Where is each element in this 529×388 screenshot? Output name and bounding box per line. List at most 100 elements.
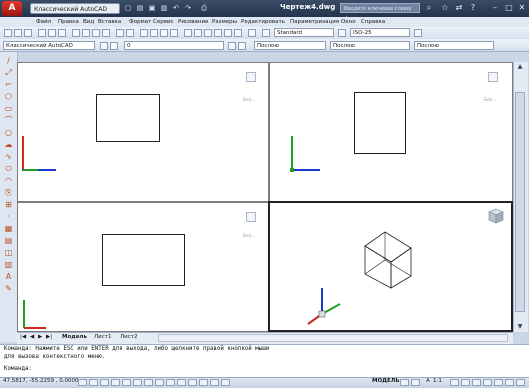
viewcube-icon[interactable] (246, 212, 256, 222)
workspace-select[interactable]: Классический AutoCAD (3, 41, 95, 50)
workspace-switching-icon[interactable] (472, 379, 481, 386)
properties-icon[interactable] (184, 29, 192, 37)
region-icon[interactable]: ◫ (3, 248, 14, 258)
help-icon[interactable] (248, 29, 256, 37)
minimize-icon[interactable]: – (490, 3, 500, 13)
zoom-realtime-icon[interactable] (150, 29, 158, 37)
layer-previous-icon[interactable] (238, 42, 246, 50)
star-icon[interactable]: ☆ (440, 3, 450, 13)
binoculars-icon[interactable]: ⌕ (424, 3, 434, 13)
annotation-visibility-icon[interactable] (450, 379, 459, 386)
ellipse-icon[interactable]: ⬭ (3, 164, 14, 174)
undo-icon[interactable] (116, 29, 124, 37)
pan-icon[interactable] (140, 29, 148, 37)
plot-icon[interactable]: ⎙ (200, 4, 208, 12)
new-icon[interactable] (4, 29, 12, 37)
isolate-objects-icon[interactable] (505, 379, 514, 386)
scroll-down-icon[interactable]: ▼ (513, 322, 527, 332)
infer-constraints-icon[interactable] (78, 379, 87, 386)
calculator-icon[interactable] (234, 29, 242, 37)
arc-icon[interactable]: ⌒ (3, 116, 14, 126)
annotation-scale[interactable]: 1:1 (433, 378, 442, 384)
circle-icon[interactable]: ○ (3, 128, 14, 138)
otrack-icon[interactable] (155, 379, 164, 386)
search-input[interactable]: Введите ключевое слово/фразу (340, 3, 420, 22)
gradient-icon[interactable]: ▤ (3, 236, 14, 246)
clean-screen-icon[interactable] (516, 379, 525, 386)
menu-window[interactable]: Окно (341, 19, 356, 25)
quick-properties-icon[interactable] (210, 379, 219, 386)
cut-icon[interactable] (72, 29, 80, 37)
design-center-icon[interactable] (194, 29, 202, 37)
tab-sheet1[interactable]: Лист1 (94, 333, 111, 342)
menu-file[interactable]: Файл (36, 19, 51, 25)
scrollbar-thumb[interactable] (515, 92, 525, 312)
paste-icon[interactable] (92, 29, 100, 37)
quick-view-layouts-icon[interactable] (400, 379, 409, 386)
revision-cloud-icon[interactable]: ☁ (3, 140, 14, 150)
table-icon[interactable]: ▥ (3, 260, 14, 270)
transparency-icon[interactable] (199, 379, 208, 386)
layer-select[interactable]: 0 (124, 41, 224, 50)
redo-icon[interactable]: ↷ (184, 4, 192, 12)
dyn-icon[interactable] (177, 379, 186, 386)
help-icon[interactable]: ? (468, 3, 478, 13)
make-block-icon[interactable]: ⊞ (3, 200, 14, 210)
save-icon[interactable] (24, 29, 32, 37)
viewcube-icon[interactable] (488, 72, 498, 82)
copy-icon[interactable] (82, 29, 90, 37)
publish-icon[interactable] (58, 29, 66, 37)
dim-style-icon[interactable] (338, 29, 346, 37)
text-style-icon[interactable] (262, 29, 270, 37)
menu-format[interactable]: Формат (129, 19, 151, 25)
layer-properties-icon[interactable] (110, 42, 118, 50)
menu-tools[interactable]: Сервис (153, 19, 174, 25)
table-style-icon[interactable] (414, 29, 422, 37)
make-current-icon[interactable] (228, 42, 236, 50)
menu-help[interactable]: Справка (361, 19, 385, 25)
tool-palettes-icon[interactable] (204, 29, 212, 37)
menu-insert[interactable]: Вставка (98, 19, 121, 25)
undo-icon[interactable]: ↶ (172, 4, 180, 12)
ortho-icon[interactable] (111, 379, 120, 386)
color-select[interactable]: Послою (254, 41, 326, 50)
viewcube-3d-icon[interactable] (488, 208, 504, 224)
saveas-icon[interactable]: ▥ (160, 4, 168, 12)
tab-model[interactable]: Модель (62, 333, 87, 342)
polar-icon[interactable] (122, 379, 131, 386)
osnap-icon[interactable] (133, 379, 142, 386)
polygon-icon[interactable]: ⬡ (3, 92, 14, 102)
plot-icon[interactable] (38, 29, 46, 37)
scroll-up-icon[interactable]: ▲ (513, 62, 527, 72)
restore-icon[interactable]: □ (504, 3, 514, 13)
grid-icon[interactable] (100, 379, 109, 386)
menu-parametric[interactable]: Параметризация (290, 19, 339, 25)
menu-dimensions[interactable]: Размеры (212, 19, 237, 25)
auto-scale-icon[interactable] (461, 379, 470, 386)
hatch-icon[interactable]: ▦ (3, 224, 14, 234)
tab-next-icon[interactable]: ▶ (38, 333, 42, 342)
model-space-toggle[interactable]: МОДЕЛЬ (372, 378, 400, 384)
preview-icon[interactable] (48, 29, 56, 37)
spline-icon[interactable]: ∿ (3, 152, 14, 162)
ellipse-arc-icon[interactable]: ◠ (3, 176, 14, 186)
exchange-icon[interactable]: ⇄ (454, 3, 464, 13)
linetype-select[interactable]: Послою (330, 41, 410, 50)
command-prompt[interactable]: Команда: (4, 366, 32, 372)
sheet-set-icon[interactable] (214, 29, 222, 37)
tab-last-icon[interactable]: ▶| (46, 333, 52, 342)
close-icon[interactable]: ✕ (517, 3, 527, 13)
line-icon[interactable]: / (3, 56, 14, 66)
lineweight-icon[interactable] (188, 379, 197, 386)
insert-block-icon[interactable]: ⎘ (3, 188, 14, 198)
menu-edit[interactable]: Правка (58, 19, 79, 25)
hardware-acceleration-icon[interactable] (494, 379, 503, 386)
coordinates-readout[interactable]: 47.5817, -55.2259 , 0.0000 (3, 378, 78, 384)
zoom-previous-icon[interactable] (170, 29, 178, 37)
text-style-select[interactable]: Standard (274, 28, 334, 37)
menu-draw[interactable]: Рисование (178, 19, 208, 25)
tab-prev-icon[interactable]: ◀ (30, 333, 34, 342)
horizontal-scrollbar[interactable] (158, 334, 508, 342)
annotation-scale-icon[interactable]: A (426, 378, 430, 384)
toolbar-lock-icon[interactable] (483, 379, 492, 386)
